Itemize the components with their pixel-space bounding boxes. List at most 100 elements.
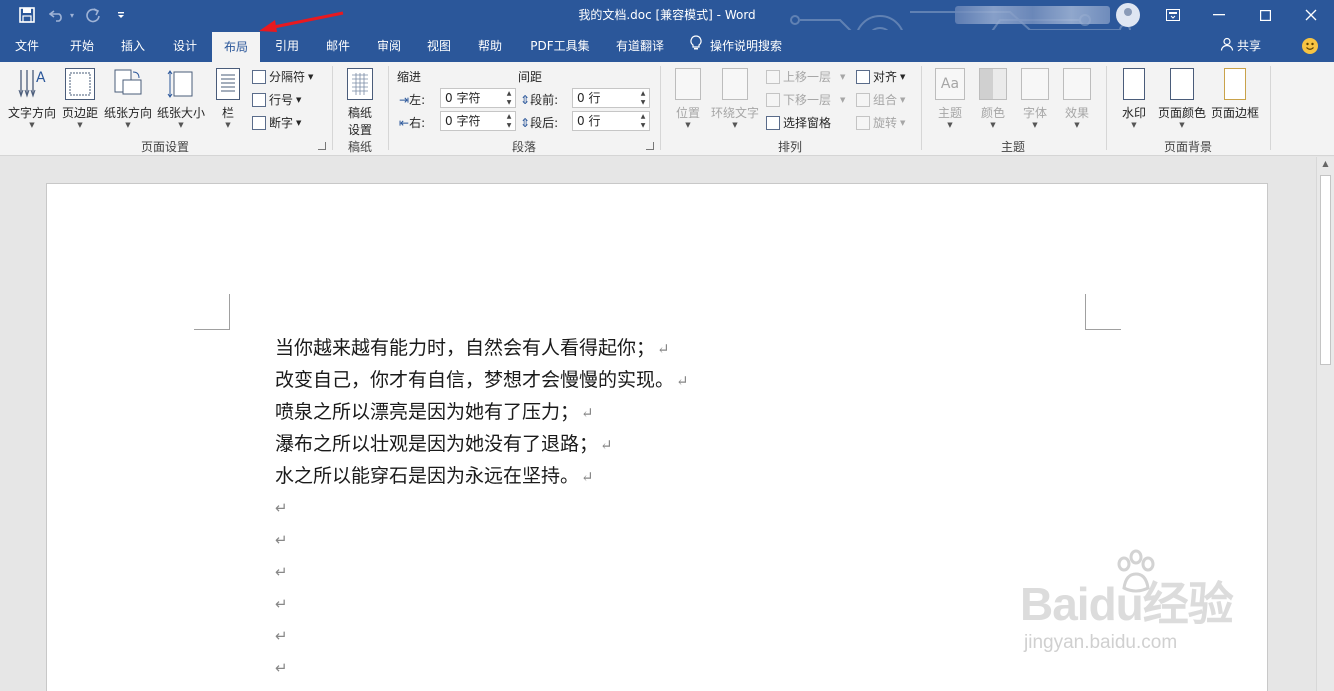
text-line[interactable]: 喷泉之所以漂亮是因为她有了压力； ↵ — [275, 396, 594, 428]
chevron-down-icon: ▼ — [840, 72, 846, 81]
spacing-after-text: 段后: — [530, 116, 559, 130]
text-direction-label: 文字方向 — [7, 106, 56, 120]
share-button[interactable]: 共享 — [1220, 30, 1261, 62]
rotate-button[interactable]: 旋转 ▼ — [856, 114, 905, 131]
bring-forward-icon — [766, 69, 780, 84]
empty-paragraph-mark[interactable]: ↵ — [275, 556, 288, 588]
empty-paragraph-mark[interactable]: ↵ — [275, 588, 288, 620]
manuscript-icon — [347, 68, 373, 100]
tab-youdao-translate[interactable]: 有道翻译 — [606, 30, 674, 62]
manuscript-setup-button[interactable]: 稿纸 设置 — [340, 68, 380, 138]
size-label: 纸张大小 — [156, 106, 205, 120]
page-color-button[interactable]: 页面颜色 ▼ — [1156, 68, 1208, 129]
spacing-before-text: 段前: — [530, 93, 559, 107]
empty-paragraph-mark[interactable]: ↵ — [275, 620, 288, 652]
text-line[interactable]: 当你越来越有能力时，自然会有人看得起你； ↵ — [275, 332, 670, 364]
group-objects-icon — [856, 92, 870, 107]
align-button[interactable]: 对齐 ▼ — [856, 68, 905, 85]
colors-button[interactable]: 颜色 ▼ — [972, 68, 1014, 129]
tab-review[interactable]: 审阅 — [366, 30, 412, 62]
customize-icon[interactable] — [106, 0, 136, 30]
paragraph-launcher-icon[interactable] — [646, 142, 654, 150]
document-page[interactable]: 当你越来越有能力时，自然会有人看得起你； ↵ 改变自己，你才有自信，梦想才会慢慢的… — [46, 183, 1268, 691]
scrollbar-thumb[interactable] — [1320, 175, 1331, 365]
margins-button[interactable]: 页边距 ▼ — [60, 68, 100, 129]
send-backward-icon — [766, 92, 780, 107]
minimize-icon[interactable] — [1196, 0, 1242, 30]
undo-dropdown-icon[interactable]: ▾ — [65, 0, 79, 30]
columns-label: 栏 — [221, 106, 234, 120]
avatar[interactable] — [1116, 3, 1140, 27]
tell-me-search[interactable]: 操作说明搜索 — [690, 30, 782, 62]
colors-label: 颜色 — [980, 106, 1005, 120]
size-button[interactable]: 纸张大小 ▼ — [156, 68, 206, 129]
text-line[interactable]: 瀑布之所以壮观是因为她没有了退路； ↵ — [275, 428, 613, 460]
empty-paragraph-mark[interactable]: ↵ — [275, 524, 288, 556]
tab-home[interactable]: 开始 — [58, 30, 106, 62]
hyphenation-icon — [252, 115, 266, 130]
empty-paragraph-mark[interactable]: ↵ — [275, 492, 288, 524]
redo-icon[interactable] — [78, 0, 108, 30]
line-numbers-button[interactable]: 行号 ▼ — [252, 91, 301, 108]
tab-insert[interactable]: 插入 — [110, 30, 156, 62]
fonts-button[interactable]: 字体 ▼ — [1014, 68, 1056, 129]
vertical-scrollbar[interactable]: ▲ — [1316, 157, 1334, 691]
line-numbers-icon — [252, 92, 266, 107]
scroll-up-icon[interactable]: ▲ — [1317, 159, 1334, 173]
indent-left-input[interactable]: 0 字符 ▲ ▼ — [440, 88, 516, 108]
effects-button[interactable]: 效果 ▼ — [1056, 68, 1098, 129]
spinner-arrows-icon[interactable]: ▲ ▼ — [637, 112, 649, 130]
tab-pdf-tools[interactable]: PDF工具集 — [522, 30, 598, 62]
manuscript-setup-label-1: 稿纸 — [347, 106, 372, 120]
paper-size-icon — [166, 68, 196, 100]
chevron-down-icon: ▼ — [308, 72, 314, 81]
orientation-button[interactable]: 纸张方向 ▼ — [103, 68, 153, 129]
themes-button[interactable]: Aa 主题 ▼ — [928, 68, 972, 129]
position-button[interactable]: 位置 ▼ — [668, 68, 708, 129]
group-objects-button[interactable]: 组合 ▼ — [856, 91, 905, 108]
smiley-feedback-icon[interactable] — [1302, 38, 1318, 54]
tab-references[interactable]: 引用 — [264, 30, 310, 62]
ribbon-display-icon[interactable] — [1150, 0, 1196, 30]
save-icon[interactable] — [12, 0, 42, 30]
empty-paragraph-mark[interactable]: ↵ — [275, 652, 288, 684]
chevron-down-icon: ▼ — [840, 95, 846, 104]
page-borders-button[interactable]: 页面边框 — [1210, 68, 1260, 121]
send-backward-button[interactable]: 下移一层 ▼ — [766, 91, 845, 108]
bring-forward-button[interactable]: 上移一层 ▼ — [766, 68, 845, 85]
spinner-arrows-icon[interactable]: ▲ ▼ — [503, 112, 515, 130]
tab-help[interactable]: 帮助 — [466, 30, 514, 62]
tab-file[interactable]: 文件 — [4, 30, 50, 62]
selection-pane-button[interactable]: 选择窗格 — [766, 114, 831, 131]
maximize-icon[interactable] — [1242, 0, 1288, 30]
spinner-arrows-icon[interactable]: ▲ ▼ — [637, 89, 649, 107]
indent-right-input[interactable]: 0 字符 ▲ ▼ — [440, 111, 516, 131]
chevron-down-icon: ▼ — [29, 121, 35, 129]
chevron-down-icon: ▼ — [990, 121, 996, 129]
page-setup-launcher-icon[interactable] — [318, 142, 326, 150]
effects-icon — [1063, 68, 1091, 100]
chevron-down-icon: ▼ — [900, 72, 906, 81]
text-line[interactable]: 水之所以能穿石是因为永远在坚持。 ↵ — [275, 460, 594, 492]
page-color-label: 页面颜色 — [1157, 106, 1206, 120]
tab-mailings[interactable]: 邮件 — [314, 30, 362, 62]
spacing-after-input[interactable]: 0 行 ▲ ▼ — [572, 111, 650, 131]
text-direction-button[interactable]: A 文字方向 ▼ — [6, 68, 58, 129]
columns-button[interactable]: 栏 ▼ — [212, 68, 244, 129]
indent-left-text: 左: — [409, 93, 426, 107]
hyphenation-button[interactable]: 断字 ▼ — [252, 114, 301, 131]
spacing-before-label: ⇕段前: — [520, 91, 558, 108]
breaks-button[interactable]: 分隔符 ▼ — [252, 68, 313, 85]
page-color-icon — [1170, 68, 1194, 100]
text-line-content: 当你越来越有能力时，自然会有人看得起你； — [275, 337, 656, 359]
tab-layout[interactable]: 布局 — [212, 32, 260, 62]
wrap-text-button[interactable]: 环绕文字 ▼ — [708, 68, 762, 129]
spinner-arrows-icon[interactable]: ▲ ▼ — [503, 89, 515, 107]
watermark-button[interactable]: 水印 ▼ — [1116, 68, 1152, 129]
spacing-before-input[interactable]: 0 行 ▲ ▼ — [572, 88, 650, 108]
tab-view[interactable]: 视图 — [416, 30, 462, 62]
text-line[interactable]: 改变自己，你才有自信，梦想才会慢慢的实现。 ↵ — [275, 364, 689, 396]
close-icon[interactable] — [1288, 0, 1334, 30]
tab-design[interactable]: 设计 — [162, 30, 208, 62]
chevron-down-icon: ▼ — [178, 121, 184, 129]
